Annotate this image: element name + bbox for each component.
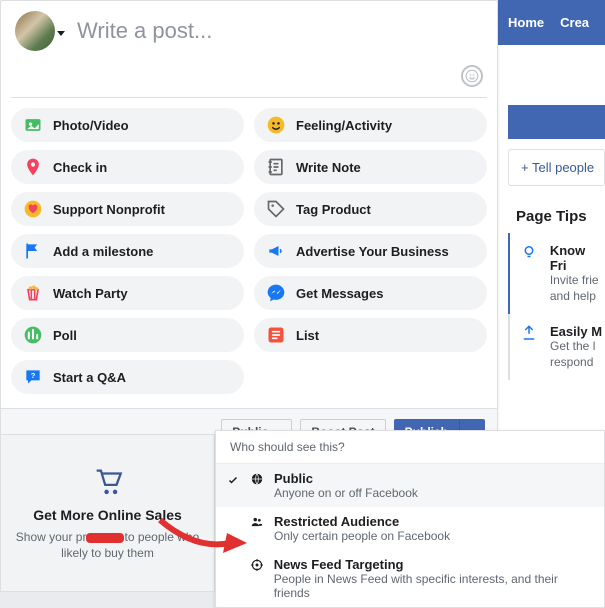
option-checkin[interactable]: Check in [11, 150, 244, 184]
bulb-icon [520, 243, 540, 263]
list-icon [266, 325, 286, 345]
option-label: Get Messages [296, 286, 383, 301]
dropdown-header: Who should see this? [216, 431, 604, 464]
smile-icon [465, 69, 479, 83]
item-title: Public [274, 471, 418, 486]
tag-icon [266, 199, 286, 219]
audience-dropdown: Who should see this? Public Anyone on or… [215, 430, 605, 608]
globe-icon [248, 471, 266, 486]
option-list[interactable]: List [254, 318, 487, 352]
target-icon [248, 557, 266, 572]
promo-card[interactable]: Get More Online Sales Show your prto peo… [0, 434, 215, 592]
option-label: Tag Product [296, 202, 371, 217]
pin-icon [23, 157, 43, 177]
top-nav: Home Crea [498, 0, 605, 45]
option-label: List [296, 328, 319, 343]
post-composer: Write a post... Photo/Video Feeling/Acti… [0, 0, 498, 456]
option-advertise[interactable]: Advertise Your Business [254, 234, 487, 268]
redaction [86, 533, 124, 543]
avatar [15, 11, 55, 51]
item-title: News Feed Targeting [274, 557, 594, 572]
photo-icon [23, 115, 43, 135]
option-label: Add a milestone [53, 244, 153, 259]
avatar-selector[interactable] [15, 11, 65, 51]
tip-sub: Invite frie [550, 273, 605, 289]
tip-sub: respond [550, 355, 602, 371]
page-tip-row[interactable]: Easily M Get the l respond [508, 314, 605, 380]
check-icon [226, 471, 240, 486]
chat-icon: ? [23, 367, 43, 387]
chevron-down-icon [57, 24, 65, 39]
option-milestone[interactable]: Add a milestone [11, 234, 244, 268]
options-grid: Photo/Video Feeling/Activity Check in Wr… [1, 108, 497, 408]
page-tip-row[interactable]: Know Fri Invite frie and help [508, 233, 605, 314]
compose-header: Write a post... [1, 1, 497, 65]
option-label: Support Nonprofit [53, 202, 165, 217]
option-messages[interactable]: Get Messages [254, 276, 487, 310]
option-feeling[interactable]: Feeling/Activity [254, 108, 487, 142]
option-tag-product[interactable]: Tag Product [254, 192, 487, 226]
tell-people-label: + Tell people [521, 160, 594, 175]
option-label: Watch Party [53, 286, 128, 301]
item-sub: Only certain people on Facebook [274, 529, 450, 543]
bg-cta-button[interactable] [508, 105, 605, 139]
people-icon [248, 514, 266, 529]
option-qa[interactable]: ? Start a Q&A [11, 360, 244, 394]
item-sub: People in News Feed with specific intere… [274, 572, 594, 600]
dropdown-item-restricted[interactable]: Restricted Audience Only certain people … [216, 507, 604, 550]
messenger-icon [266, 283, 286, 303]
option-watch-party[interactable]: Watch Party [11, 276, 244, 310]
option-label: Feeling/Activity [296, 118, 392, 133]
option-label: Start a Q&A [53, 370, 126, 385]
divider [11, 97, 487, 98]
marker-icon [520, 324, 540, 344]
svg-text:?: ? [31, 371, 36, 380]
item-sub: Anyone on or off Facebook [274, 486, 418, 500]
option-label: Photo/Video [53, 118, 129, 133]
nav-create[interactable]: Crea [560, 15, 589, 30]
option-photo-video[interactable]: Photo/Video [11, 108, 244, 142]
option-note[interactable]: Write Note [254, 150, 487, 184]
option-label: Poll [53, 328, 77, 343]
smile-icon [266, 115, 286, 135]
option-label: Write Note [296, 160, 361, 175]
option-poll[interactable]: Poll [11, 318, 244, 352]
poll-icon [23, 325, 43, 345]
promo-sub: Show your prto people who likely to buy … [16, 529, 199, 561]
tip-sub: and help [550, 289, 605, 305]
dropdown-item-public[interactable]: Public Anyone on or off Facebook [216, 464, 604, 507]
compose-placeholder[interactable]: Write a post... [77, 18, 483, 44]
nav-home[interactable]: Home [508, 15, 544, 30]
option-label: Advertise Your Business [296, 244, 449, 259]
promo-title: Get More Online Sales [33, 507, 182, 523]
megaphone-icon [266, 241, 286, 261]
item-title: Restricted Audience [274, 514, 450, 529]
tell-people-panel[interactable]: + Tell people [508, 149, 605, 186]
heart-coin-icon [23, 199, 43, 219]
flag-icon [23, 241, 43, 261]
tip-title: Know Fri [550, 243, 605, 273]
emoji-button[interactable] [461, 65, 483, 87]
tip-sub: Get the l [550, 339, 602, 355]
popcorn-icon [23, 283, 43, 303]
dropdown-item-newsfeed[interactable]: News Feed Targeting People in News Feed … [216, 550, 604, 607]
cart-icon [91, 465, 125, 499]
option-label: Check in [53, 160, 107, 175]
page-tips-header: Page Tips [508, 198, 605, 233]
note-icon [266, 157, 286, 177]
option-nonprofit[interactable]: Support Nonprofit [11, 192, 244, 226]
tip-title: Easily M [550, 324, 602, 339]
